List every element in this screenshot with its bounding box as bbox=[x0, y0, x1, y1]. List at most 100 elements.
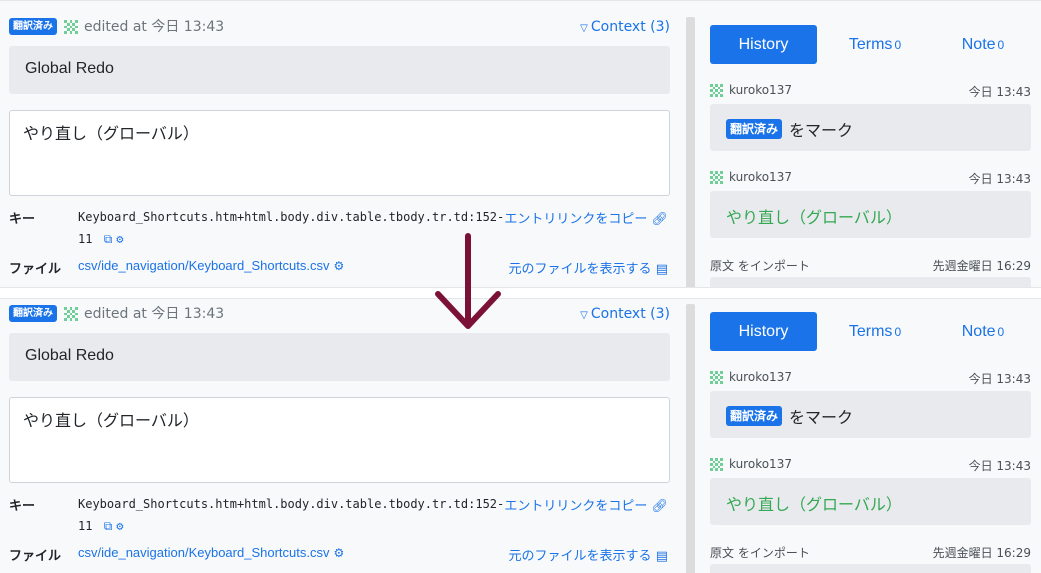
context-link-label: Context (3) bbox=[590, 19, 670, 35]
translation-text: やり直し（グローバル） bbox=[23, 124, 199, 143]
copy-icon[interactable]: ⧉ bbox=[104, 228, 113, 250]
copy-icon[interactable]: ⧉ bbox=[104, 515, 113, 537]
copy-entry-link-label: エントリリンクをコピー bbox=[504, 499, 648, 514]
history-user: kuroko137 bbox=[710, 170, 792, 184]
sidebar-tabs: History Terms 0 Note 0 bbox=[710, 25, 1031, 64]
tab-history[interactable]: History bbox=[710, 25, 817, 64]
tab-terms-count: 0 bbox=[894, 38, 902, 52]
view-file-link-label: 元のファイルを表示する bbox=[508, 549, 652, 564]
history-entry[interactable]: やり直し（グローバル） bbox=[710, 191, 1031, 238]
history-entry bbox=[710, 277, 1031, 287]
user-avatar-icon bbox=[710, 84, 723, 97]
tab-history-label: History bbox=[738, 323, 789, 340]
status-badge: 翻訳済み bbox=[9, 305, 57, 322]
gear-icon[interactable]: ⚙ bbox=[116, 228, 123, 250]
gear-icon[interactable]: ⚙ bbox=[333, 546, 344, 560]
tab-terms[interactable]: Terms 0 bbox=[830, 25, 920, 64]
entry-header: 翻訳済み edited at 今日 13:43 ▽ Context (3) bbox=[9, 17, 670, 39]
tab-note[interactable]: Note 0 bbox=[938, 25, 1028, 64]
tab-terms-label: Terms bbox=[848, 36, 893, 53]
tab-terms[interactable]: Terms 0 bbox=[830, 312, 920, 351]
source-text: Global Redo bbox=[25, 60, 114, 77]
history-time: 今日 13:43 bbox=[968, 85, 1031, 99]
copy-entry-link[interactable]: エントリリンクをコピー 🔗︎ bbox=[504, 495, 668, 514]
link-icon: 🔗︎ bbox=[651, 212, 668, 227]
context-link[interactable]: ▽ Context (3) bbox=[580, 18, 670, 38]
tab-note-label: Note bbox=[961, 323, 996, 340]
history-user: kuroko137 bbox=[710, 370, 792, 384]
history-time: 今日 13:43 bbox=[968, 172, 1031, 186]
user-avatar-icon bbox=[710, 458, 723, 471]
entry-header: 翻訳済み edited at 今日 13:43 ▽ Context (3) bbox=[9, 304, 670, 326]
file-label: ファイル bbox=[9, 549, 62, 564]
history-import-text: 原文 をインポート bbox=[710, 546, 810, 560]
history-entry bbox=[710, 564, 1031, 573]
context-link[interactable]: ▽ Context (3) bbox=[580, 305, 670, 325]
history-entry: 翻訳済み をマーク bbox=[710, 391, 1031, 438]
history-action-text: をマーク bbox=[789, 121, 854, 140]
file-link-label: csv/ide_navigation/Keyboard_Shortcuts.cs… bbox=[78, 545, 330, 560]
history-translation-text: やり直し（グローバル） bbox=[726, 208, 902, 227]
tab-terms-count: 0 bbox=[894, 325, 902, 339]
gear-icon[interactable]: ⚙ bbox=[333, 259, 344, 273]
file-label: ファイル bbox=[9, 262, 62, 277]
copy-entry-link[interactable]: エントリリンクをコピー 🔗︎ bbox=[504, 208, 668, 227]
history-import-text: 原文 をインポート bbox=[710, 259, 810, 273]
key-label: キー bbox=[9, 212, 36, 227]
gear-icon[interactable]: ⚙ bbox=[116, 515, 123, 537]
source-text-box: Global Redo bbox=[9, 46, 670, 94]
tab-note-label: Note bbox=[961, 36, 996, 53]
user-avatar-icon bbox=[64, 20, 78, 34]
translation-panel-before: 翻訳済み edited at 今日 13:43 ▽ Context (3) Glo… bbox=[0, 0, 1041, 287]
edited-timestamp: edited at 今日 13:43 bbox=[84, 19, 225, 35]
history-user: kuroko137 bbox=[710, 83, 792, 97]
sidebar: History Terms 0 Note 0 kuroko137 今日 13:43 … bbox=[710, 1, 1031, 287]
panel-divider[interactable] bbox=[686, 17, 695, 287]
copy-entry-link-label: エントリリンクをコピー bbox=[504, 212, 648, 227]
history-user: kuroko137 bbox=[710, 457, 792, 471]
view-file-link[interactable]: 元のファイルを表示する ▤ bbox=[509, 258, 668, 277]
tab-history[interactable]: History bbox=[710, 312, 817, 351]
user-avatar-icon bbox=[710, 371, 723, 384]
source-text: Global Redo bbox=[25, 347, 114, 364]
history-time: 今日 13:43 bbox=[968, 372, 1031, 386]
key-value: Keyboard_Shortcuts.htm+html.body.div.tab… bbox=[78, 206, 504, 250]
translation-input[interactable]: やり直し（グローバル） bbox=[9, 397, 670, 483]
translation-input[interactable]: やり直し（グローバル） bbox=[9, 110, 670, 196]
link-icon: 🔗︎ bbox=[651, 499, 668, 514]
view-file-link-label: 元のファイルを表示する bbox=[508, 262, 652, 277]
file-link[interactable]: csv/ide_navigation/Keyboard_Shortcuts.cs… bbox=[78, 545, 344, 560]
triangle-down-icon: ▽ bbox=[580, 23, 588, 34]
editor-area: 翻訳済み edited at 今日 13:43 ▽ Context (3) Glo… bbox=[0, 1, 680, 287]
history-user-name: kuroko137 bbox=[729, 370, 792, 384]
file-link[interactable]: csv/ide_navigation/Keyboard_Shortcuts.cs… bbox=[78, 258, 344, 273]
file-link-label: csv/ide_navigation/Keyboard_Shortcuts.cs… bbox=[78, 258, 330, 273]
view-file-link[interactable]: 元のファイルを表示する ▤ bbox=[509, 545, 668, 564]
tab-terms-label: Terms bbox=[848, 323, 893, 340]
history-user-name: kuroko137 bbox=[729, 457, 792, 471]
history-entry: 翻訳済み をマーク bbox=[710, 104, 1031, 151]
editor-area: 翻訳済み edited at 今日 13:43 ▽ Context (3) Glo… bbox=[0, 299, 680, 573]
translation-text: やり直し（グローバル） bbox=[23, 411, 199, 430]
panel-divider[interactable] bbox=[686, 304, 695, 573]
history-user-name: kuroko137 bbox=[729, 83, 792, 97]
document-icon: ▤ bbox=[655, 262, 668, 277]
translation-panel-after: 翻訳済み edited at 今日 13:43 ▽ Context (3) Glo… bbox=[0, 298, 1041, 573]
tab-note[interactable]: Note 0 bbox=[938, 312, 1028, 351]
history-time: 先週金曜日 16:29 bbox=[932, 259, 1031, 273]
history-time: 先週金曜日 16:29 bbox=[932, 546, 1031, 560]
history-user-name: kuroko137 bbox=[729, 170, 792, 184]
edited-timestamp: edited at 今日 13:43 bbox=[84, 306, 225, 322]
history-entry[interactable]: やり直し（グローバル） bbox=[710, 478, 1031, 525]
triangle-down-icon: ▽ bbox=[580, 310, 588, 321]
source-text-box: Global Redo bbox=[9, 333, 670, 381]
sidebar: History Terms 0 Note 0 kuroko137 今日 13:43 … bbox=[710, 299, 1031, 573]
history-action-text: をマーク bbox=[789, 408, 854, 427]
key-label: キー bbox=[9, 499, 36, 514]
key-value: Keyboard_Shortcuts.htm+html.body.div.tab… bbox=[78, 493, 504, 537]
document-icon: ▤ bbox=[655, 549, 668, 564]
user-avatar-icon bbox=[64, 307, 78, 321]
status-badge: 翻訳済み bbox=[726, 119, 783, 139]
tab-note-count: 0 bbox=[997, 325, 1005, 339]
status-badge: 翻訳済み bbox=[726, 406, 783, 426]
